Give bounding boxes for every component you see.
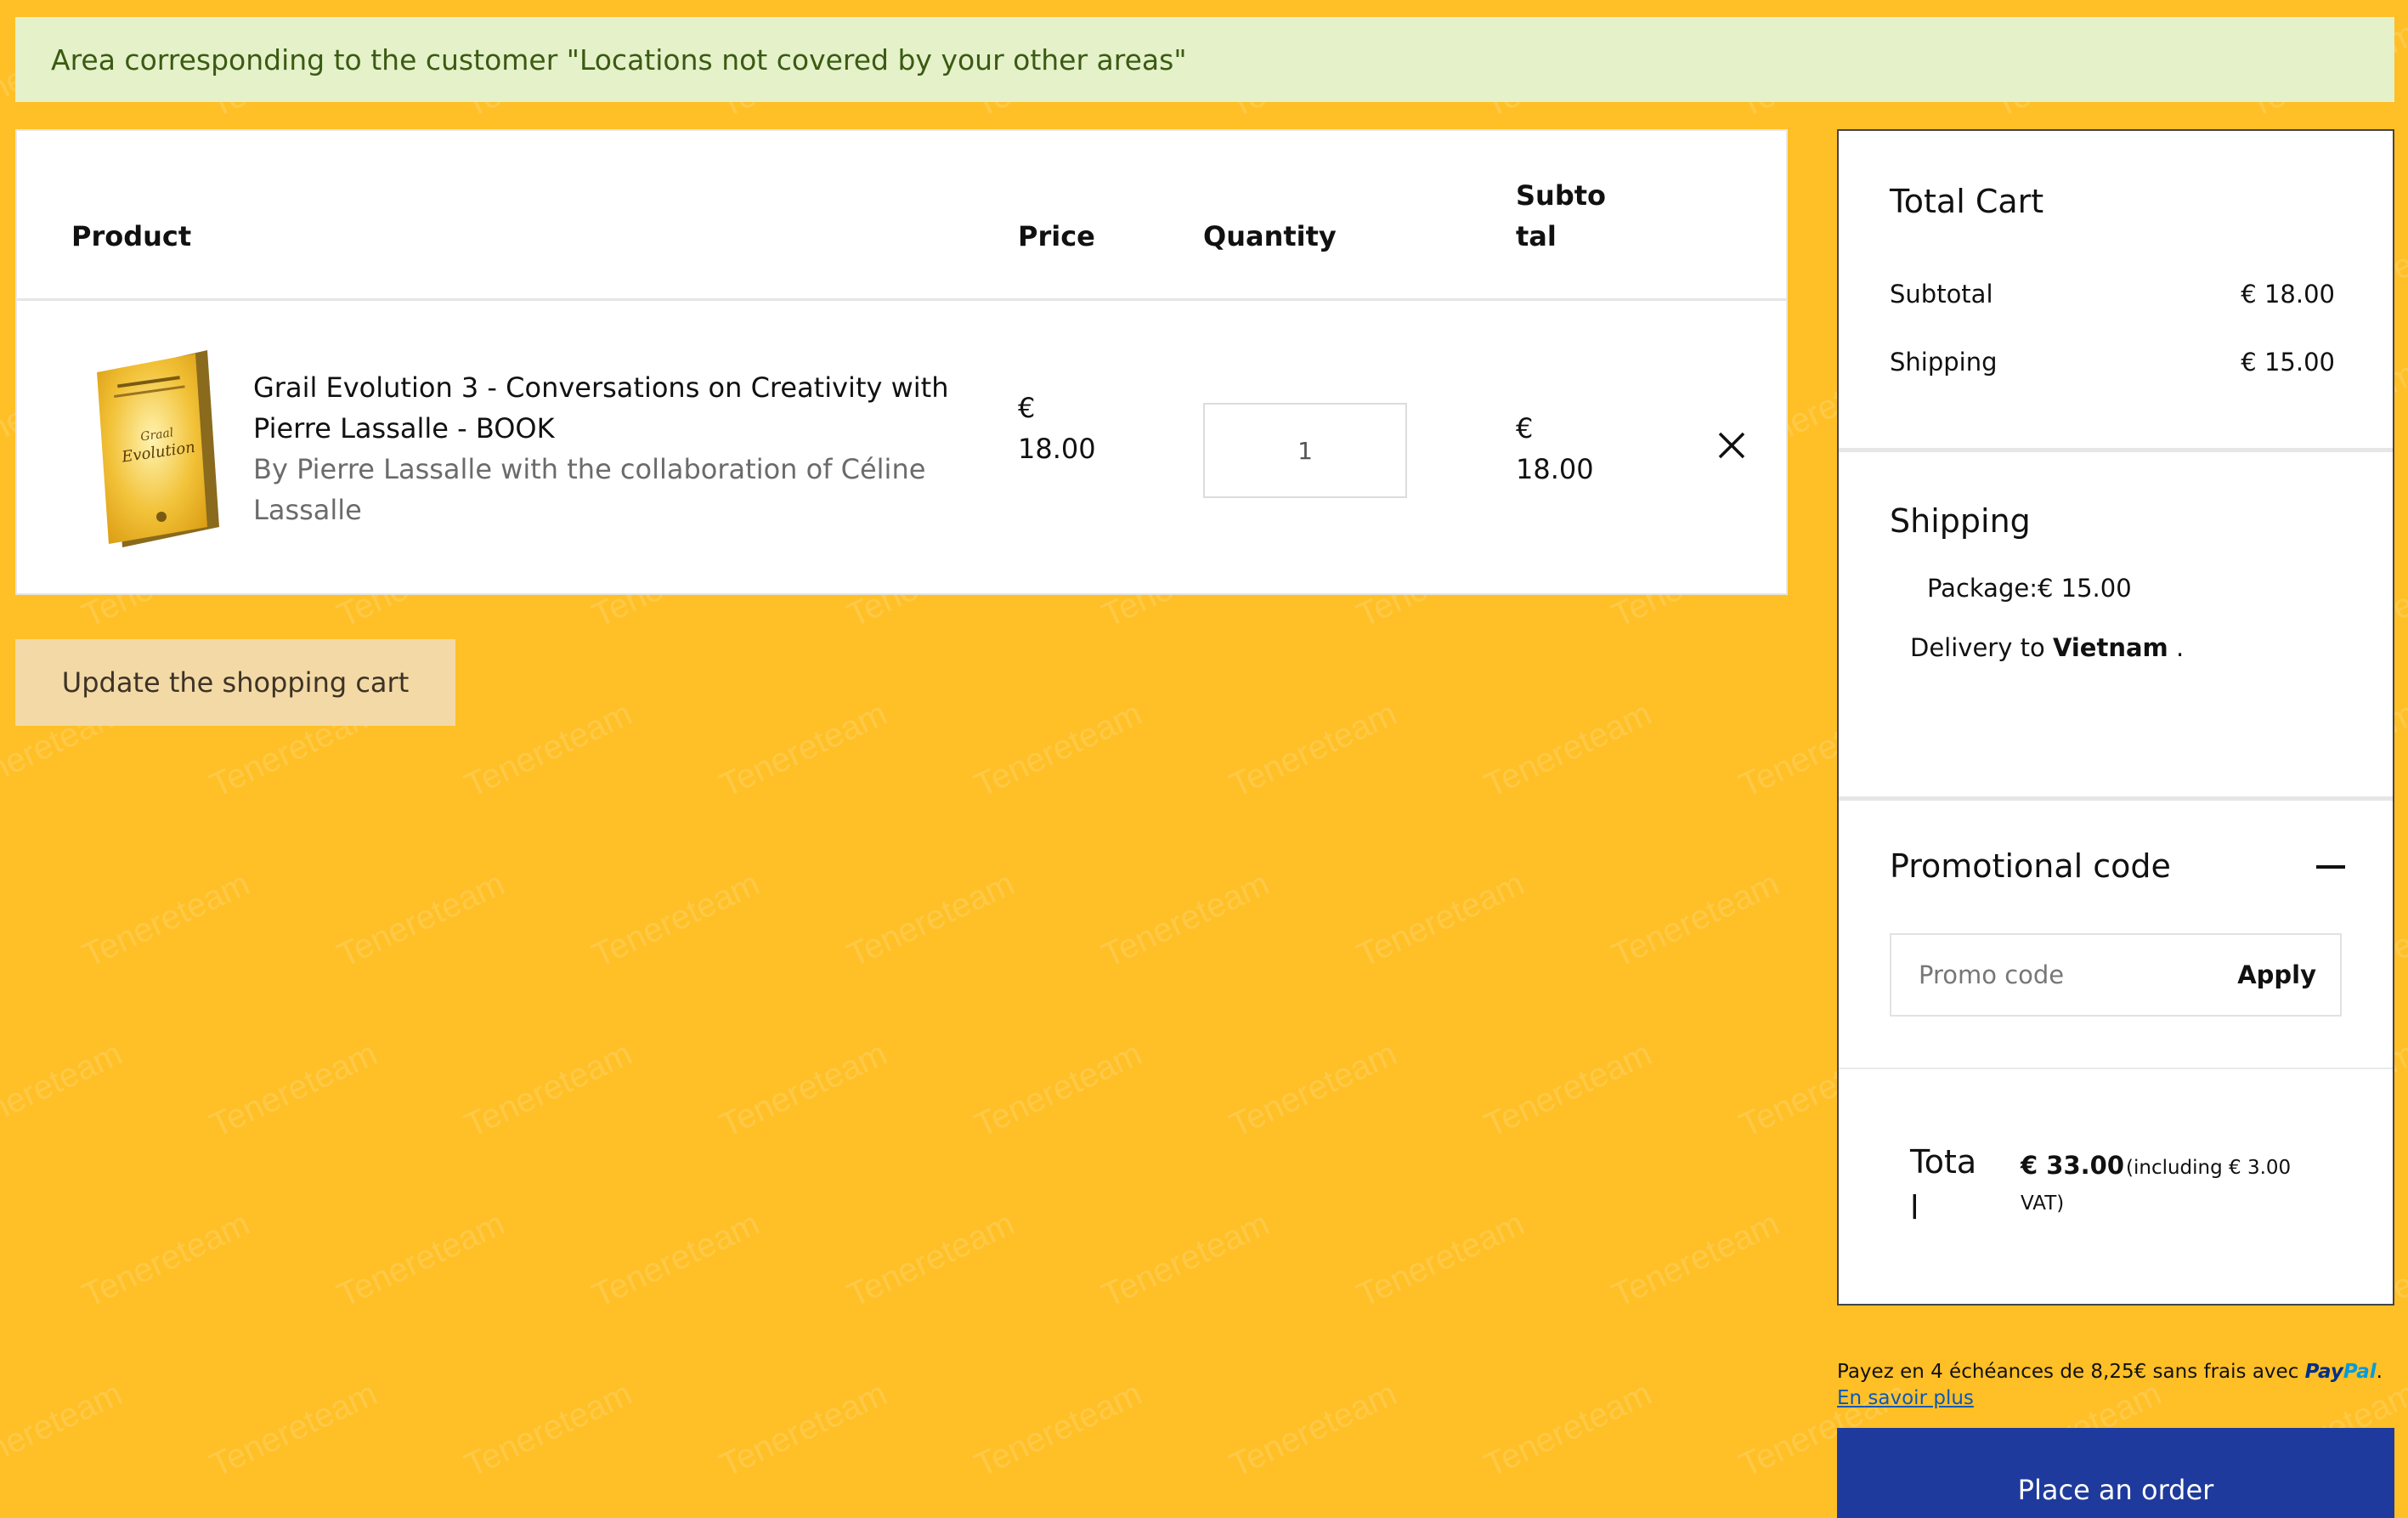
watermark-text: Tenereteam	[0, 1374, 128, 1485]
product-thumbnail[interactable]: Graal Evolution	[93, 347, 219, 547]
watermark-text: Tenereteam	[1224, 694, 1403, 805]
watermark-text: Tenereteam	[331, 1204, 511, 1315]
watermark-text: Tenereteam	[969, 1374, 1148, 1485]
remove-item-icon[interactable]	[1711, 425, 1752, 466]
promo-section: Promotional code Apply	[1839, 801, 2393, 1069]
package-rate: Package:€ 15.00	[1927, 571, 2132, 605]
shipping-title: Shipping	[1890, 502, 2031, 540]
notice-text: Area corresponding to the customer "Loca…	[51, 42, 1187, 76]
grand-total-section: Total € 33.00(including € 3.00 VAT)	[1839, 1069, 2393, 1304]
watermark-text: Tenereteam	[841, 864, 1020, 975]
paypal-installment-message: Payez en 4 échéances de 8,25€ sans frais…	[1837, 1361, 2383, 1383]
paypal-logo: PayPal	[2304, 1361, 2377, 1383]
watermark-text: Tenereteam	[1478, 1374, 1658, 1485]
shipping-section: Shipping Package:€ 15.00 Delivery to Vie…	[1839, 452, 2393, 801]
header-quantity: Quantity	[1203, 220, 1337, 252]
header-subtotal: Subto tal	[1516, 179, 1607, 252]
total-cart-title: Total Cart	[1890, 183, 2044, 220]
total-amount-block: € 33.00(including € 3.00 VAT)	[2021, 1147, 2301, 1221]
promo-code-input[interactable]	[1891, 935, 2238, 1015]
watermark-text: Tenereteam	[714, 694, 893, 805]
promo-field: Apply	[1890, 933, 2342, 1017]
header-product: Product	[71, 220, 192, 252]
watermark-text: Tenereteam	[1096, 1204, 1275, 1315]
watermark-text: Tenereteam	[204, 1034, 383, 1145]
product-subtotal: € 18.00	[1516, 412, 1594, 485]
watermark-text: Tenereteam	[1478, 694, 1658, 805]
product-title[interactable]: Grail Evolution 3 - Conversations on Cre…	[253, 367, 950, 449]
total-value: € 33.00	[2021, 1151, 2125, 1180]
watermark-text: Tenereteam	[0, 1034, 128, 1145]
delivery-prefix: Delivery to	[1910, 633, 2045, 662]
watermark-text: Tenereteam	[331, 864, 511, 975]
watermark-text: Tenereteam	[714, 1374, 893, 1485]
delivery-suffix: .	[2176, 633, 2185, 662]
watermark-text: Tenereteam	[1606, 864, 1785, 975]
total-label: Total	[1910, 1143, 1977, 1226]
watermark-text: Tenereteam	[841, 1204, 1020, 1315]
product-author: By Pierre Lassalle with the collaboratio…	[253, 453, 926, 526]
watermark-text: Tenereteam	[969, 694, 1148, 805]
apply-promo-button[interactable]: Apply	[2237, 960, 2340, 989]
delivery-info: Delivery to Vietnam .	[1910, 631, 2184, 665]
total-cart-section: Total Cart Subtotal € 18.00 Shipping € 1…	[1839, 131, 2393, 452]
shipping-value: € 15.00	[2241, 348, 2335, 377]
promo-title: Promotional code	[1890, 847, 2171, 885]
watermark-text: Tenereteam	[76, 864, 256, 975]
header-price: Price	[1018, 220, 1095, 252]
watermark-text: Tenereteam	[1224, 1374, 1403, 1485]
delivery-country: Vietnam	[2052, 633, 2168, 662]
quantity-input[interactable]: 1	[1203, 403, 1407, 498]
watermark-text: Tenereteam	[1606, 1204, 1785, 1315]
place-order-button[interactable]: Place an order	[1837, 1428, 2394, 1518]
watermark-text: Tenereteam	[76, 1204, 256, 1315]
product-price: € 18.00	[1018, 392, 1096, 465]
cart-summary: Total Cart Subtotal € 18.00 Shipping € 1…	[1837, 129, 2394, 1306]
watermark-text: Tenereteam	[459, 1374, 638, 1485]
update-cart-button[interactable]: Update the shopping cart	[15, 639, 455, 726]
watermark-text: Tenereteam	[1351, 1204, 1530, 1315]
cart-table-header: Product Price Quantity Subto tal	[17, 131, 1786, 301]
watermark-text: Tenereteam	[586, 1204, 766, 1315]
watermark-text: Tenereteam	[1478, 1034, 1658, 1145]
paypal-learn-more-link[interactable]: En savoir plus	[1837, 1387, 1974, 1409]
paypal-text: Payez en 4 échéances de 8,25€ sans frais…	[1837, 1361, 2299, 1383]
watermark-text: Tenereteam	[586, 864, 766, 975]
customer-area-notice: Area corresponding to the customer "Loca…	[15, 17, 2394, 102]
watermark-text: Tenereteam	[714, 1034, 893, 1145]
watermark-text: Tenereteam	[204, 1374, 383, 1485]
watermark-text: Tenereteam	[459, 694, 638, 805]
watermark-text: Tenereteam	[1224, 1034, 1403, 1145]
subtotal-value: € 18.00	[2241, 280, 2335, 309]
subtotal-label: Subtotal	[1890, 280, 1993, 309]
collapse-minus-icon[interactable]	[2316, 865, 2345, 869]
package-value: € 15.00	[2037, 574, 2132, 603]
cart-table: Product Price Quantity Subto tal Graal E…	[15, 129, 1788, 595]
watermark-text: Tenereteam	[459, 1034, 638, 1145]
shipping-label: Shipping	[1890, 348, 1998, 377]
package-label: Package:	[1927, 574, 2038, 603]
watermark-text: Tenereteam	[1096, 864, 1275, 975]
watermark-text: Tenereteam	[969, 1034, 1148, 1145]
watermark-text: Tenereteam	[1351, 864, 1530, 975]
